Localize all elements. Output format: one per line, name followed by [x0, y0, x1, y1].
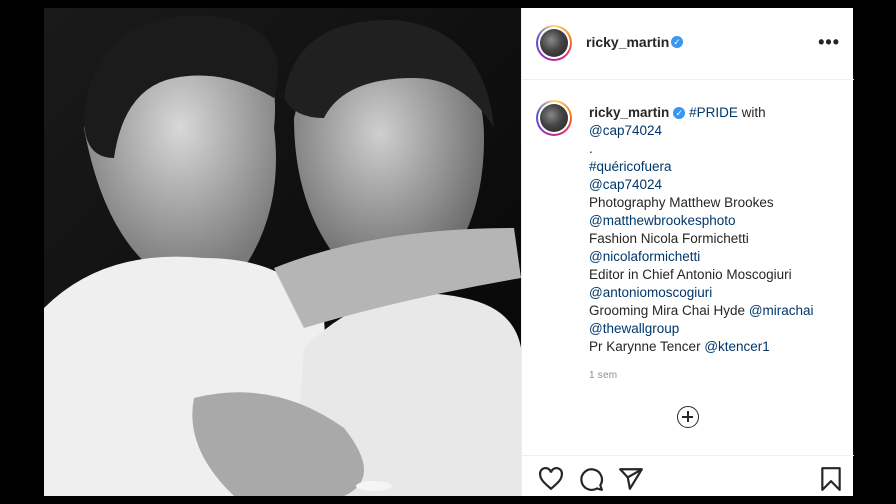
mention-link[interactable]: @nicolaformichetti	[589, 249, 700, 264]
caption-line: Grooming Mira Chai Hyde @mirachai	[589, 302, 839, 320]
mention-link[interactable]: @cap74024	[589, 177, 662, 192]
caption-text: Grooming Mira Chai Hyde	[589, 303, 749, 318]
verified-badge-icon: ✓	[673, 107, 686, 119]
verified-badge-icon: ✓	[671, 36, 683, 48]
caption-text: Editor in Chief Antonio Moscogiuri	[589, 267, 792, 282]
mention-link[interactable]: @ktencer1	[704, 339, 769, 354]
caption-line: Editor in Chief Antonio Moscogiuri	[589, 266, 839, 284]
caption-line: Pr Karynne Tencer @ktencer1	[589, 338, 839, 356]
mention-link[interactable]: @mirachai	[749, 303, 814, 318]
caption-avatar[interactable]	[536, 100, 572, 136]
caption-line: @thewallgroup	[589, 320, 839, 338]
mention-link[interactable]: @matthewbrookesphoto	[589, 213, 736, 228]
bookmark-icon[interactable]	[818, 466, 844, 492]
mention-link[interactable]: @antoniomoscogiuri	[589, 285, 712, 300]
caption-text: Pr Karynne Tencer	[589, 339, 705, 354]
caption-line: #quéricofuera	[589, 158, 839, 176]
comment-icon[interactable]	[578, 466, 604, 492]
caption-line: @antoniomoscogiuri	[589, 284, 839, 302]
caption-line: .	[589, 140, 839, 158]
hashtag-link[interactable]: #quéricofuera	[589, 159, 672, 174]
caption-text: Fashion Nicola Formichetti	[589, 231, 749, 246]
load-more-comments-icon[interactable]	[677, 406, 699, 428]
caption-text: with	[737, 105, 766, 120]
caption-text: Photography Matthew Brookes	[589, 195, 774, 210]
post-header: ricky_martin ✓ •••	[522, 8, 854, 80]
post-sidebar: ricky_martin ✓ ••• ricky_martin ✓ #PRIDE …	[521, 8, 854, 496]
action-bar	[522, 455, 854, 497]
post-caption: ricky_martin ✓ #PRIDE with @cap74024. #quér…	[589, 104, 839, 356]
caption-line: @matthewbrookesphoto	[589, 212, 839, 230]
caption-line: @cap74024	[589, 122, 839, 140]
post-timestamp[interactable]: 1 sem	[589, 370, 617, 381]
caption-line: Fashion Nicola Formichetti	[589, 230, 839, 248]
heart-icon[interactable]	[538, 466, 564, 492]
caption-text: .	[589, 141, 593, 156]
share-icon[interactable]	[618, 466, 644, 492]
caption-line: Photography Matthew Brookes	[589, 194, 839, 212]
hashtag-link[interactable]: #PRIDE	[689, 105, 738, 120]
avatar[interactable]	[536, 25, 572, 61]
caption-line: @cap74024	[589, 176, 839, 194]
caption-line: ricky_martin ✓ #PRIDE with	[589, 104, 839, 122]
header-username[interactable]: ricky_martin	[586, 34, 669, 50]
mention-link[interactable]: @cap74024	[589, 123, 662, 138]
post-photo[interactable]	[44, 8, 521, 496]
caption-username[interactable]: ricky_martin	[589, 105, 669, 120]
photo-image	[44, 8, 521, 496]
mention-link[interactable]: @thewallgroup	[589, 321, 679, 336]
more-options-icon[interactable]: •••	[818, 32, 840, 53]
caption-line: @nicolaformichetti	[589, 248, 839, 266]
